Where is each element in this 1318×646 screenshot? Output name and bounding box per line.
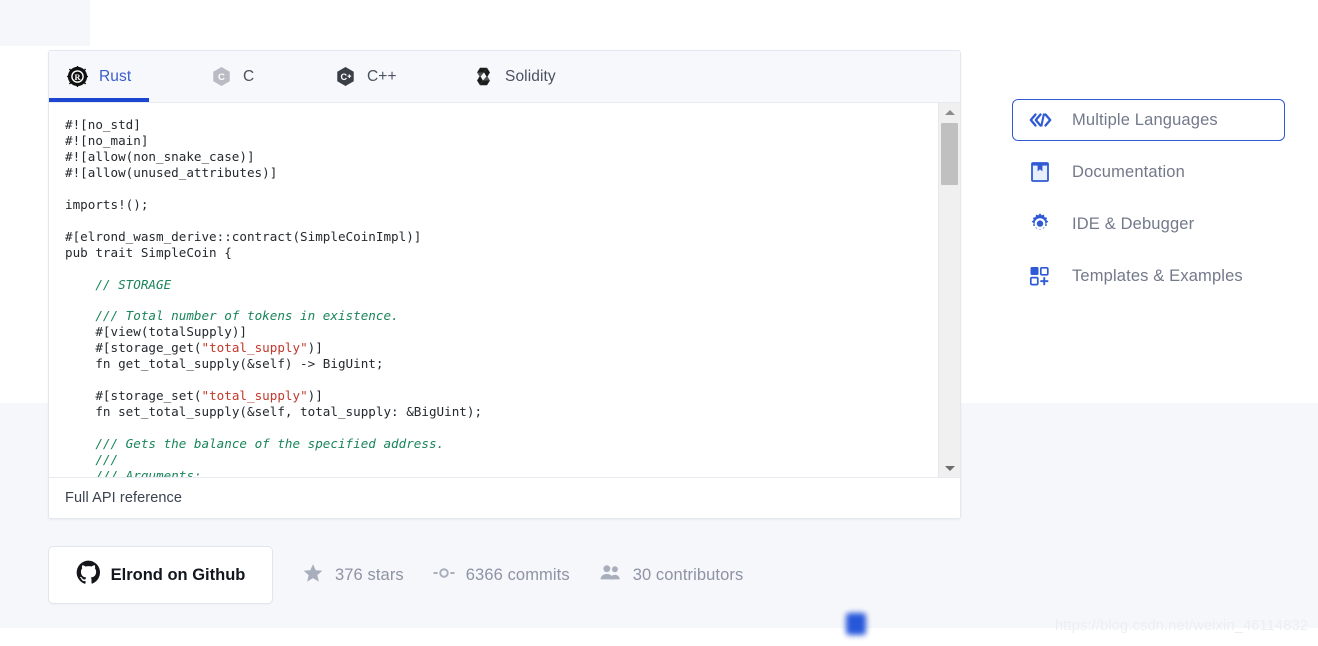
code-line: #![no_main] bbox=[65, 132, 149, 148]
code-brackets-icon bbox=[1027, 107, 1053, 133]
scroll-down-arrow-icon[interactable] bbox=[939, 459, 960, 477]
stat-stars: 376 stars bbox=[302, 562, 404, 589]
code-comment: /// Gets the balance of the specified ad… bbox=[95, 436, 445, 452]
tab-c[interactable]: C C bbox=[194, 51, 296, 102]
book-icon bbox=[1027, 159, 1053, 185]
code-block: #![no_std] #![no_main] #![allow(non_snak… bbox=[49, 103, 960, 477]
commits-count-label: 6366 commits bbox=[465, 565, 570, 584]
contributors-icon bbox=[599, 561, 622, 589]
page-background-top-band bbox=[0, 0, 90, 46]
code-line: #[storage_set("total_supply")] bbox=[95, 388, 323, 404]
stat-contributors: 30 contributors bbox=[599, 561, 744, 589]
tab-solidity-label: Solidity bbox=[505, 67, 556, 85]
cpp-logo-icon: C bbox=[334, 66, 356, 88]
feature-sidebar: Multiple Languages Documentation IDE & D… bbox=[1012, 99, 1302, 307]
sidebar-item-templates-examples[interactable]: Templates & Examples bbox=[1012, 255, 1302, 297]
code-viewport: #![no_std] #![no_main] #![allow(non_snak… bbox=[49, 103, 960, 477]
stars-count-label: 376 stars bbox=[335, 565, 404, 584]
github-logo-icon bbox=[76, 560, 101, 590]
templates-add-icon bbox=[1027, 263, 1053, 289]
sidebar-item-multiple-languages[interactable]: Multiple Languages bbox=[1012, 99, 1285, 141]
svg-text:R: R bbox=[74, 73, 81, 82]
code-line: #![allow(non_snake_case)] bbox=[65, 148, 255, 164]
c-logo-icon: C bbox=[210, 66, 232, 88]
sidebar-item-ide-debugger[interactable]: IDE & Debugger bbox=[1012, 203, 1302, 245]
code-line: fn get_total_supply(&self) -> BigUint; bbox=[95, 356, 384, 372]
code-comment: // STORAGE bbox=[95, 276, 172, 292]
code-line: pub trait SimpleCoin { bbox=[65, 244, 232, 260]
code-line: #[elrond_wasm_derive::contract(SimpleCoi… bbox=[65, 228, 422, 244]
code-line: #[view(totalSupply)] bbox=[95, 324, 247, 340]
svg-text:C: C bbox=[218, 72, 225, 83]
code-sample-card: R Rust C C C C++ Solidity #![no_std] #![… bbox=[48, 50, 961, 519]
code-comment: /// bbox=[95, 452, 119, 468]
code-scrollbar[interactable] bbox=[938, 103, 960, 477]
card-footer: Full API reference bbox=[49, 477, 960, 518]
tab-cpp[interactable]: C C++ bbox=[318, 51, 432, 102]
commit-icon bbox=[433, 562, 455, 589]
tab-cpp-label: C++ bbox=[367, 67, 397, 85]
contributors-count-label: 30 contributors bbox=[632, 565, 744, 584]
elrond-on-github-button[interactable]: Elrond on Github bbox=[48, 546, 273, 604]
elrond-on-github-label: Elrond on Github bbox=[110, 565, 246, 584]
code-line: #![no_std] bbox=[65, 117, 141, 132]
sidebar-item-documentation-label: Documentation bbox=[1072, 162, 1185, 181]
code-line: imports!(); bbox=[65, 196, 149, 212]
stat-commits: 6366 commits bbox=[433, 562, 570, 589]
svg-text:C: C bbox=[340, 72, 347, 82]
language-tabs: R Rust C C C C++ Solidity bbox=[49, 51, 960, 103]
rust-logo-icon: R bbox=[66, 66, 88, 88]
scroll-up-arrow-icon[interactable] bbox=[939, 103, 960, 121]
full-api-reference-link[interactable]: Full API reference bbox=[65, 490, 182, 506]
tab-solidity[interactable]: Solidity bbox=[456, 51, 592, 102]
code-line: fn set_total_supply(&self, total_supply:… bbox=[95, 404, 483, 420]
sidebar-item-ide-debugger-label: IDE & Debugger bbox=[1072, 214, 1195, 233]
code-comment: /// Total number of tokens in existence. bbox=[95, 308, 399, 324]
solidity-logo-icon bbox=[472, 66, 494, 88]
gear-icon bbox=[1027, 211, 1053, 237]
tab-rust[interactable]: R Rust bbox=[49, 51, 166, 102]
sidebar-item-multiple-languages-label: Multiple Languages bbox=[1072, 110, 1218, 129]
star-icon bbox=[302, 562, 324, 589]
code-line: #[storage_get("total_supply")] bbox=[95, 340, 323, 356]
code-comment: /// Arguments: bbox=[95, 467, 202, 477]
sidebar-item-documentation[interactable]: Documentation bbox=[1012, 151, 1302, 193]
tab-c-label: C bbox=[243, 67, 255, 85]
scrollbar-thumb[interactable] bbox=[941, 123, 958, 185]
sidebar-item-templates-examples-label: Templates & Examples bbox=[1072, 266, 1243, 285]
tab-rust-label: Rust bbox=[99, 67, 132, 85]
active-tab-indicator bbox=[49, 98, 149, 102]
code-line: #![allow(unused_attributes)] bbox=[65, 164, 278, 180]
github-stats-row: Elrond on Github 376 stars 6366 commits bbox=[48, 546, 743, 604]
watermark-text: https://blog.csdn.net/weixin_46114832 bbox=[1054, 618, 1308, 634]
blue-cursor-artifact bbox=[846, 613, 866, 635]
